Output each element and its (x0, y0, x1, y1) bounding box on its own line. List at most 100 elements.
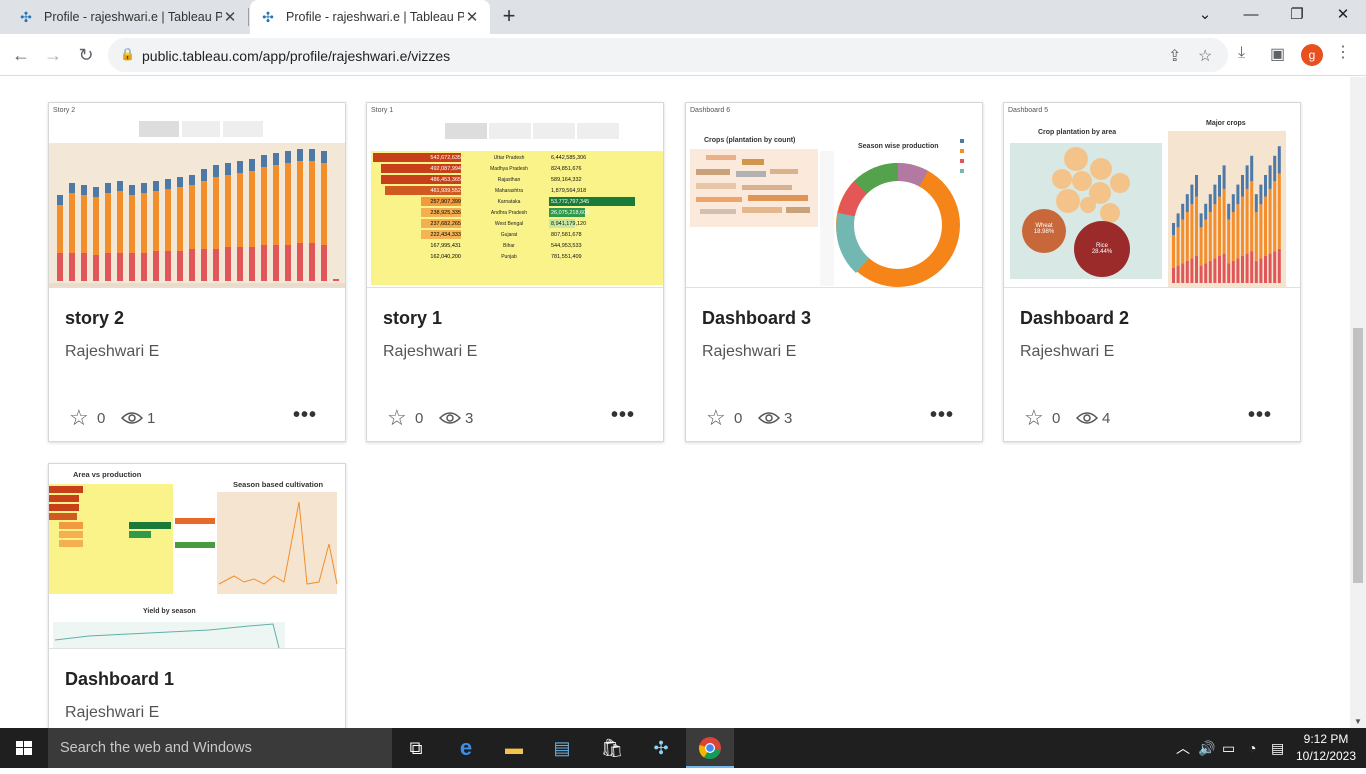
more-options-icon[interactable]: ••• (611, 404, 635, 427)
viz-title[interactable]: Dashboard 1 (65, 669, 174, 690)
viz-thumbnail[interactable]: Dashboard 5 Crop plantation by area Majo… (1004, 103, 1300, 288)
thumb-bar-segment (1277, 248, 1281, 283)
task-view-icon[interactable]: ⧉ (392, 728, 440, 768)
production-value: 824,851,676 (551, 166, 582, 172)
share-icon[interactable]: ⇪ (1168, 46, 1181, 66)
viz-title[interactable]: Dashboard 3 (702, 308, 811, 329)
thumb-bar-segment (1208, 260, 1212, 283)
scrollbar-thumb[interactable] (1353, 328, 1363, 583)
viz-card[interactable]: Dashboard 6 Crops (plantation by count) … (685, 102, 983, 442)
tab-title: Profile - rajeshwari.e | Tableau Pu (286, 10, 464, 24)
reload-button[interactable]: ↻ (73, 42, 99, 68)
production-value: 781,551,409 (551, 254, 582, 260)
tableau-app-icon[interactable]: ✣ (637, 728, 685, 768)
viz-card[interactable]: Dashboard 5 Crop plantation by area Majo… (1003, 102, 1301, 442)
tray-chevron-up-icon[interactable]: ︿ (1176, 728, 1190, 768)
thumb-bar-segment (1254, 260, 1258, 283)
thumb-bar-segment (1236, 184, 1240, 205)
taskbar-clock[interactable]: 9:12 PM 10/12/2023 (1294, 731, 1358, 765)
restore-button[interactable]: ❐ (1274, 0, 1320, 30)
side-panel-icon[interactable]: ▣ (1270, 44, 1285, 64)
back-button[interactable]: ← (8, 42, 34, 68)
viz-author[interactable]: Rajeshwari E (383, 343, 477, 361)
thumb-bar-segment (1218, 256, 1221, 283)
chrome-logo (698, 737, 721, 760)
thumb-bar-segment (1231, 260, 1235, 283)
viz-title[interactable]: story 2 (65, 308, 124, 329)
chevron-down-icon[interactable]: ⌄ (1182, 0, 1228, 30)
store-icon[interactable]: 🛍 (588, 728, 636, 768)
file-explorer-icon[interactable]: ▬ (490, 728, 538, 768)
wifi-icon[interactable]: ◔ (1248, 728, 1256, 768)
thumb-bar-segment (1195, 196, 1198, 256)
thumb-bar-segment (1190, 258, 1194, 283)
more-options-icon[interactable]: ••• (293, 404, 317, 427)
scroll-down-arrow-icon[interactable]: ▼ (1354, 717, 1362, 726)
viz-thumbnail[interactable]: Story 2 (49, 103, 345, 288)
viz-thumbnail[interactable]: Area vs production Season based cultivat… (49, 464, 345, 649)
more-options-icon[interactable]: ••• (930, 404, 954, 427)
favorite-star-icon[interactable]: ☆ (387, 405, 407, 431)
viz-thumbnail[interactable]: Dashboard 6 Crops (plantation by count) … (686, 103, 982, 288)
thumb-bar-segment (1195, 175, 1198, 197)
download-icon[interactable]: ⤓ (1238, 44, 1245, 62)
state-name: Uttar Pradesh (493, 155, 525, 161)
favorite-star-icon[interactable]: ☆ (1024, 405, 1044, 431)
thumb-bar-segment (1241, 256, 1244, 283)
close-icon[interactable]: ✕ (222, 8, 238, 26)
edge-browser-icon[interactable]: e (442, 728, 490, 768)
viz-card[interactable]: Story 2 story 2 Rajeshwari E ☆ 0 1 ••• (48, 102, 346, 442)
thumb-bar-segment (1241, 196, 1244, 256)
chrome-icon[interactable] (686, 728, 734, 768)
dashboard3-thumbnail (690, 137, 982, 287)
viz-author[interactable]: Rajeshwari E (65, 343, 159, 361)
browser-tab-2[interactable]: ✣ Profile - rajeshwari.e | Tableau Pu ✕ (250, 0, 490, 34)
windows-start-button[interactable] (0, 728, 48, 768)
viz-title[interactable]: story 1 (383, 308, 442, 329)
volume-icon[interactable]: 🔊 (1198, 728, 1215, 768)
thumb-bar-segment (1250, 181, 1254, 252)
thumb-bar-segment (1264, 196, 1267, 256)
major-crops-bars (1172, 146, 1281, 283)
favorite-star-icon[interactable]: ☆ (706, 405, 726, 431)
page-scrollbar[interactable]: ▼ (1350, 77, 1366, 728)
state-name: West Bengal (494, 221, 524, 227)
favorite-star-icon[interactable]: ☆ (69, 405, 89, 431)
lock-icon: 🔒 (120, 47, 135, 61)
browser-menu-icon[interactable]: ⋮ (1335, 42, 1351, 62)
viz-author[interactable]: Rajeshwari E (65, 704, 159, 722)
more-options-icon[interactable]: ••• (1248, 404, 1272, 427)
browser-tab-strip: ✣ Profile - rajeshwari.e | Tableau Pu ✕ … (0, 0, 1366, 34)
browser-tab-1[interactable]: ✣ Profile - rajeshwari.e | Tableau Pu ✕ (8, 0, 248, 34)
area-value: 461,939,552 (430, 188, 461, 194)
production-value: 53,772,797,345 (551, 199, 590, 205)
notifications-icon[interactable]: ▤ (1271, 728, 1284, 768)
control-panel-icon[interactable]: ▤ (538, 728, 586, 768)
thumb-bar-segment (1213, 204, 1217, 259)
production-values-column: 6,442,585,306 824,851,676 589,164,332 1,… (551, 153, 635, 263)
thumb-bar-segment (1264, 175, 1267, 197)
url-bar[interactable]: 🔒 public.tableau.com/app/profile/rajeshw… (108, 38, 1228, 72)
thumb-bar-segment (1227, 219, 1231, 264)
thumb-bar-segment (1172, 268, 1175, 283)
battery-icon[interactable]: ▭ (1222, 728, 1235, 768)
avatar[interactable]: g (1301, 44, 1323, 66)
viz-author[interactable]: Rajeshwari E (1020, 343, 1114, 361)
view-count: 1 (147, 410, 156, 427)
area-value: 237,682,265 (430, 221, 461, 227)
close-icon[interactable]: ✕ (464, 8, 480, 26)
viz-thumbnail[interactable]: Story 1 542,672,635 492,087,994 486,453,… (367, 103, 663, 288)
viz-title[interactable]: Dashboard 2 (1020, 308, 1129, 329)
bookmark-star-icon[interactable]: ☆ (1198, 46, 1212, 66)
taskbar-search-input[interactable]: Search the web and Windows (48, 728, 392, 768)
minimize-button[interactable]: — (1228, 0, 1274, 30)
viz-author[interactable]: Rajeshwari E (702, 343, 796, 361)
area-value: 222,434,333 (430, 232, 461, 238)
new-tab-button[interactable]: + (496, 5, 522, 29)
viz-card[interactable]: Area vs production Season based cultivat… (48, 463, 346, 728)
thumb-bar-segment (1254, 194, 1258, 212)
close-window-button[interactable]: ✕ (1320, 0, 1366, 30)
viz-card[interactable]: Story 1 542,672,635 492,087,994 486,453,… (366, 102, 664, 442)
clock-date: 10/12/2023 (1295, 749, 1357, 763)
forward-button[interactable]: → (40, 42, 66, 68)
